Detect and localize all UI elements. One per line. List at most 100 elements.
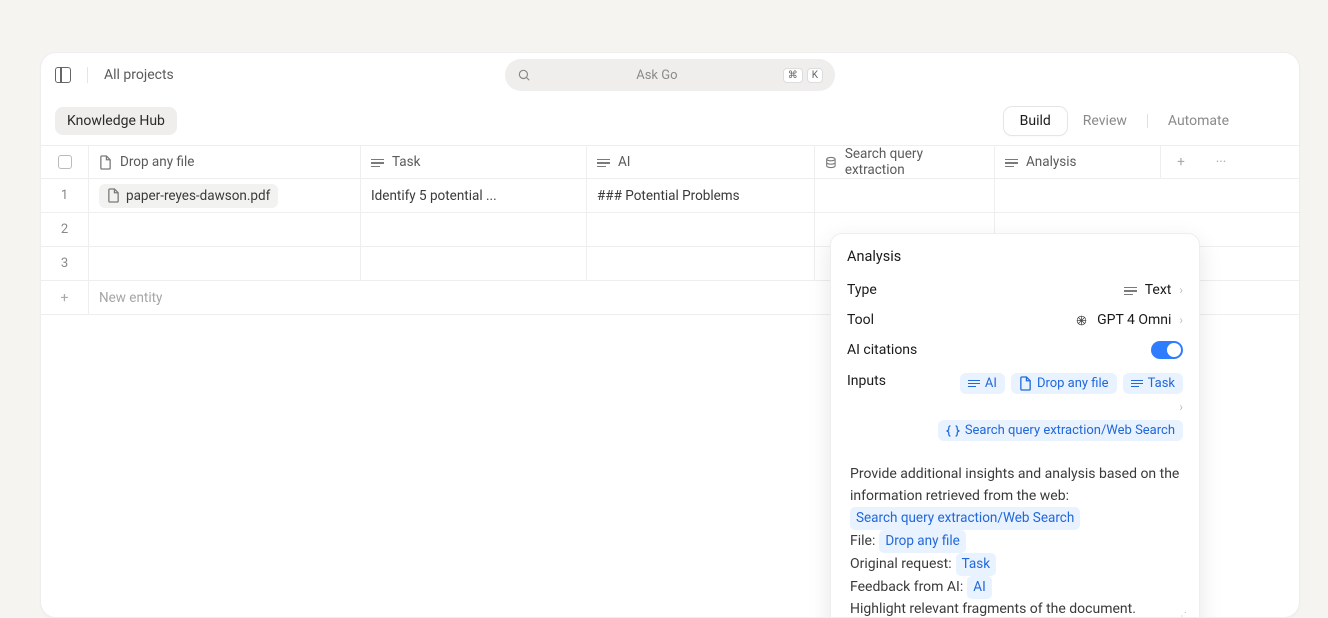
text-icon [597, 157, 610, 168]
prompt-token-sq: Search query extraction/Web Search [850, 507, 1080, 530]
sidebar-toggle-icon[interactable] [55, 67, 71, 83]
task-text: Identify 5 potential ... [371, 188, 497, 204]
cell-ai[interactable]: ### Potential Problems [587, 179, 815, 212]
cell-ai[interactable] [587, 247, 815, 280]
header-sq-label: Search query extraction [845, 146, 984, 178]
input-chip-file[interactable]: Drop any file [1011, 373, 1117, 394]
file-icon [1019, 376, 1032, 391]
view-tabs: Build Review Automate [1004, 107, 1245, 135]
chip-label: Task [1148, 376, 1175, 391]
chip-label: Search query extraction/Web Search [965, 423, 1175, 438]
cell-analysis[interactable] [995, 179, 1161, 212]
tab-automate[interactable]: Automate [1152, 107, 1245, 135]
prompt-textarea[interactable]: Provide additional insights and analysis… [839, 455, 1191, 618]
cell-file[interactable] [89, 247, 361, 280]
braces-icon [946, 425, 960, 437]
header-analysis-label: Analysis [1026, 154, 1077, 170]
breadcrumb[interactable]: All projects [104, 67, 174, 83]
prompt-line: Provide additional insights and analysis… [850, 464, 1180, 507]
prompt-token-ai: AI [967, 576, 991, 599]
tab-review[interactable]: Review [1067, 107, 1143, 135]
shortcut-mod: ⌘ [783, 68, 803, 83]
header-file-label: Drop any file [120, 154, 194, 170]
chevron-right-icon: › [1179, 283, 1183, 297]
chevron-right-icon: › [1179, 400, 1183, 414]
search-icon [517, 68, 531, 82]
search-shortcut: ⌘ K [783, 68, 823, 83]
header-ai-label: AI [618, 154, 630, 170]
subbar: Knowledge Hub Build Review Automate [41, 97, 1299, 145]
search-input[interactable]: Ask Go ⌘ K [505, 59, 835, 91]
table-row[interactable]: 1 paper-reyes-dawson.pdf Identify 5 pote… [41, 179, 1299, 213]
knowledge-hub-chip[interactable]: Knowledge Hub [55, 107, 177, 135]
cell-file[interactable] [89, 213, 361, 246]
text-icon [1005, 157, 1018, 168]
cell-task[interactable] [361, 247, 587, 280]
file-name: paper-reyes-dawson.pdf [126, 188, 270, 204]
chevron-right-icon: › [1179, 313, 1183, 327]
openai-icon [1074, 313, 1089, 328]
file-icon [99, 155, 112, 170]
row-number: 1 [41, 179, 89, 212]
cell-file[interactable]: paper-reyes-dawson.pdf [89, 179, 361, 212]
input-chip-sq[interactable]: Search query extraction/Web Search [938, 420, 1183, 441]
checkbox-icon [58, 155, 72, 169]
popover-title: Analysis [831, 234, 1199, 275]
header-analysis[interactable]: Analysis [995, 146, 1161, 178]
tool-value: GPT 4 Omni [1097, 312, 1171, 328]
inputs-row-2: Search query extraction/Web Search [831, 420, 1199, 449]
header-select-all[interactable] [41, 146, 89, 178]
ai-citations-toggle[interactable] [1151, 341, 1183, 359]
grid-header: Drop any file Task AI Search query extra… [41, 145, 1299, 179]
type-value: Text [1145, 282, 1172, 298]
row-number: 3 [41, 247, 89, 280]
chip-label: AI [985, 376, 997, 391]
citations-label: AI citations [847, 342, 917, 358]
resize-handle-icon[interactable]: ⋰ [1177, 609, 1184, 618]
column-more-button[interactable]: ··· [1201, 146, 1241, 178]
header-file[interactable]: Drop any file [89, 146, 361, 178]
input-chip-task[interactable]: Task [1123, 373, 1183, 394]
cell-task[interactable] [361, 213, 587, 246]
header-search-query[interactable]: Search query extraction [815, 146, 995, 178]
prompt-token-file: Drop any file [879, 530, 965, 553]
search-placeholder: Ask Go [531, 68, 783, 83]
cell-task[interactable]: Identify 5 potential ... [361, 179, 587, 212]
type-row[interactable]: Type Text › [831, 275, 1199, 305]
text-icon [1124, 285, 1137, 296]
prompt-line: Feedback from AI: [850, 577, 963, 599]
cell-sq[interactable] [815, 179, 995, 212]
ai-citations-row: AI citations [831, 335, 1199, 365]
database-icon [825, 156, 837, 169]
inputs-label: Inputs [847, 373, 886, 389]
tool-label: Tool [847, 312, 874, 328]
file-chip[interactable]: paper-reyes-dawson.pdf [99, 184, 278, 208]
type-label: Type [847, 282, 877, 298]
file-icon [107, 188, 120, 203]
input-chip-ai[interactable]: AI [960, 373, 1005, 394]
chip-label: Drop any file [1037, 376, 1109, 391]
prompt-line: Original request: [850, 554, 952, 576]
new-entity-placeholder: New entity [99, 290, 162, 306]
prompt-token-task: Task [956, 553, 996, 576]
header-task[interactable]: Task [361, 146, 587, 178]
prompt-line: Highlight relevant fragments of the docu… [850, 599, 1136, 618]
divider [1147, 114, 1148, 128]
text-icon [968, 379, 980, 389]
header-ai[interactable]: AI [587, 146, 815, 178]
topbar: All projects Ask Go ⌘ K [41, 53, 1299, 97]
tab-build[interactable]: Build [1004, 107, 1067, 135]
row-number: 2 [41, 213, 89, 246]
inputs-row: Inputs AI Drop any file Task › [831, 365, 1199, 420]
shortcut-key: K [807, 68, 823, 83]
divider [87, 67, 88, 83]
analysis-popover: Analysis Type Text › Tool GPT 4 Omni › A… [830, 233, 1200, 618]
tool-row[interactable]: Tool GPT 4 Omni › [831, 305, 1199, 335]
add-column-button[interactable]: + [1161, 146, 1201, 178]
header-task-label: Task [392, 154, 420, 170]
prompt-line: File: [850, 531, 875, 553]
cell-ai[interactable] [587, 213, 815, 246]
app-window: All projects Ask Go ⌘ K Knowledge Hub Bu… [40, 52, 1300, 618]
text-icon [371, 157, 384, 168]
ai-text: ### Potential Problems [597, 188, 740, 204]
